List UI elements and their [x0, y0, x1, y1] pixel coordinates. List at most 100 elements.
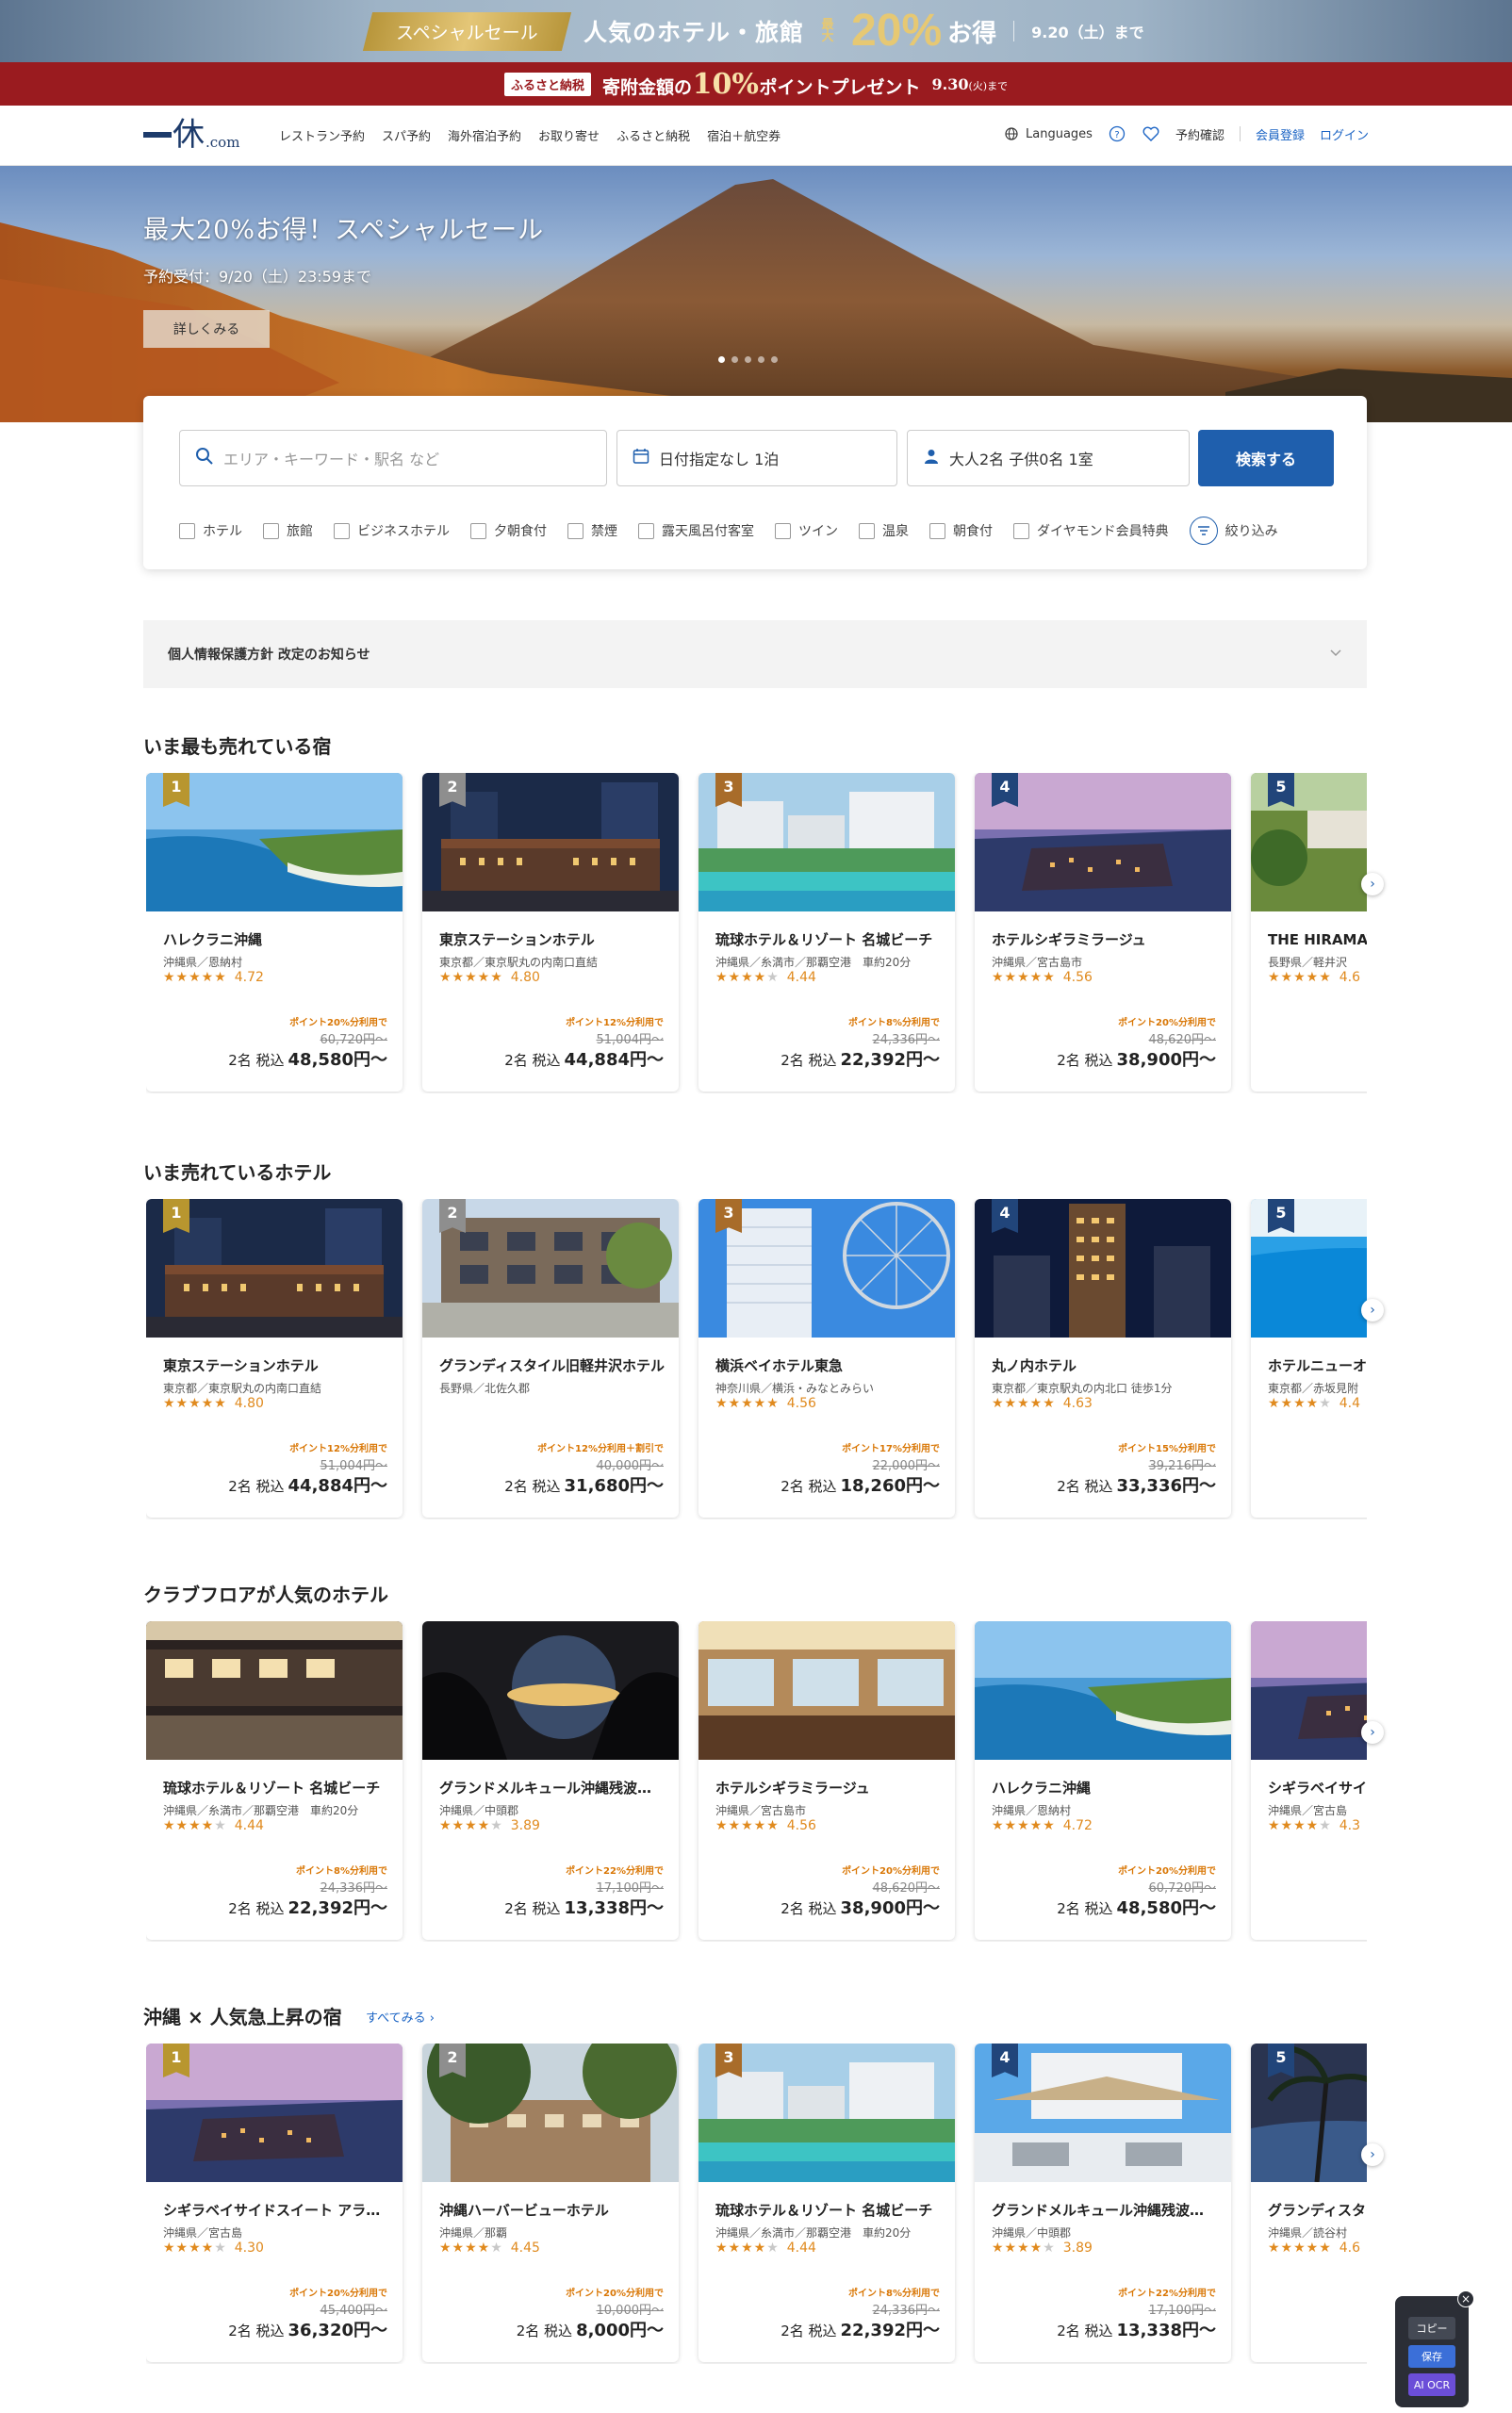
site-logo[interactable]: 休 .com	[143, 119, 239, 151]
filter-checkbox[interactable]	[638, 522, 654, 539]
chevron-right-icon[interactable]: ›	[1361, 2143, 1384, 2166]
original-price: 51,004円～	[320, 1459, 388, 1473]
filter-business[interactable]: ビジネスホテル	[334, 521, 450, 540]
hotel-card[interactable]: 3 琉球ホテル＆リゾート 名城ビーチ 沖縄県／糸満市／那覇空港 車約20分 ★★★★★…	[698, 773, 955, 1092]
carousel-dot-1[interactable]	[718, 356, 725, 363]
star-rating-icon: ★★★★★	[715, 1818, 780, 1833]
filter-open-air-bath[interactable]: 露天風呂付客室	[638, 521, 754, 540]
price-guests: 2名 税込	[504, 1900, 561, 1917]
nav-spa[interactable]: スパ予約	[382, 126, 431, 144]
hotel-card[interactable]: 1 ハレクラニ沖縄 沖縄県／恩納村 ★★★★★ 4.72 ポイント20%分利用で 60,72…	[146, 773, 403, 1092]
original-price: 22,000円～	[872, 1459, 941, 1473]
original-price: 48,620円～	[872, 1881, 941, 1896]
hotel-card[interactable]: グランドメルキュール沖縄残波岬リゾート沖縄県／中頭郡★★★★★ 3.89 ポイント2…	[422, 1621, 679, 1940]
nav-restaurant[interactable]: レストラン予約	[279, 126, 365, 144]
furusato-banner[interactable]: ふるさと納税 寄附金額の 10% ポイントプレゼント 9.30(火)まで	[0, 62, 1512, 106]
hotel-card[interactable]: 2 東京ステーションホテル 東京都／東京駅丸の内南口直結 ★★★★★ 4.80 ポイント1…	[422, 773, 679, 1092]
hero-carousel[interactable]: 最大20%お得！スペシャルセール 予約受付：9/20（土）23:59まで 詳しく…	[0, 166, 1512, 422]
star-rating-icon: ★★★★★	[715, 970, 780, 985]
search-button[interactable]: 検索する	[1198, 430, 1334, 486]
hotel-card[interactable]: 3 横浜ベイホテル東急 神奈川県／横浜・みなとみらい ★★★★★ 4.56 ポイント17%…	[698, 1199, 955, 1518]
filter-checkbox[interactable]	[775, 522, 791, 539]
hotel-card[interactable]: シギラベイサイドスイート沖縄県／宮古島★★★★★4.32名	[1251, 1621, 1367, 1940]
hotel-card[interactable]: 1 シギラベイサイドスイート アラマンダ 沖縄県／宮古島 ★★★★★ 4.30 ポイント2…	[146, 2044, 403, 2362]
hotel-name: ホテルニューオータニ	[1268, 1357, 1367, 1374]
hotel-card[interactable]: 4グランドメルキュール沖縄残波岬リゾート沖縄県／中頭郡★★★★★3.89ポイント…	[975, 2044, 1231, 2362]
star-rating-icon: ★★★★★	[715, 2241, 780, 2256]
narrow-button[interactable]: 絞り込み	[1189, 517, 1278, 545]
nav-furusato[interactable]: ふるさと納税	[616, 126, 690, 144]
sale-tag-label: スペシャルセール	[396, 22, 539, 43]
filter-checkbox[interactable]	[334, 522, 350, 539]
ocr-copy-button[interactable]: コピー	[1408, 2317, 1455, 2339]
section-title: いま最も売れている宿	[143, 735, 332, 758]
hotel-card[interactable]: ハレクラニ沖縄 沖縄県／恩納村 ★★★★★ 4.72 ポイント20%分利用で 60,720…	[975, 1621, 1231, 1940]
filter-checkbox[interactable]	[263, 522, 279, 539]
chevron-right-icon[interactable]: ›	[1361, 873, 1384, 895]
carousel-dot-4[interactable]	[758, 356, 764, 363]
chevron-right-icon[interactable]: ›	[1361, 1721, 1384, 1744]
privacy-notice[interactable]: 個人情報保護方針 改定のお知らせ	[143, 620, 1367, 688]
main-nav: レストラン予約 スパ予約 海外宿泊予約 お取り寄せ ふるさと納税 宿泊＋航空券	[279, 126, 781, 144]
hotel-card[interactable]: 4 丸ノ内ホテル 東京都／東京駅丸の内北口 徒歩1分 ★★★★★ 4.63 ポイント15%…	[975, 1199, 1231, 1518]
star-rating-icon: ★★★★★	[992, 1818, 1056, 1833]
filter-checkbox[interactable]	[929, 522, 945, 539]
filter-checkbox[interactable]	[179, 522, 195, 539]
filter-checkbox[interactable]	[470, 522, 486, 539]
heart-icon[interactable]	[1142, 124, 1160, 143]
ocr-ai-button[interactable]: AI OCR	[1408, 2373, 1455, 2396]
hero-detail-button[interactable]: 詳しくみる	[143, 310, 270, 348]
see-all-link[interactable]: すべてみる ›	[366, 2008, 435, 2026]
close-icon[interactable]: ×	[1457, 2290, 1474, 2307]
rating-score: 3.89	[510, 1818, 540, 1833]
guest-field[interactable]: 大人2名 子供0名 1室	[907, 430, 1190, 486]
area-search-input[interactable]: エリア・キーワード・駅名 など	[179, 430, 607, 486]
filter-dinner-breakfast[interactable]: 夕朝食付	[470, 521, 547, 540]
hotel-card[interactable]: 5THE HIRAMATSU 軽井沢長野県／軽井沢★★★★★4.62名	[1251, 773, 1367, 1092]
hotel-rating: ★★★★★ 4.56	[992, 970, 1093, 985]
filter-ryokan[interactable]: 旅館	[263, 521, 313, 540]
reservation-check-link[interactable]: 予約確認	[1175, 125, 1224, 143]
hotel-card[interactable]: 1 東京ステーションホテル 東京都／東京駅丸の内南口直結 ★★★★★ 4.80 ポイント1…	[146, 1199, 403, 1518]
hotel-card[interactable]: 琉球ホテル＆リゾート 名城ビーチ 沖縄県／糸満市／那覇空港 車約20分 ★★★★★ 4…	[146, 1621, 403, 1940]
nav-air-hotel[interactable]: 宿泊＋航空券	[707, 126, 781, 144]
price-guests: 2名 税込	[781, 1052, 837, 1069]
hotel-card[interactable]: ホテルシギラミラージュ 沖縄県／宮古島市 ★★★★★ 4.56 ポイント20%分利用で 4…	[698, 1621, 955, 1940]
carousel-dot-3[interactable]	[745, 356, 751, 363]
filter-breakfast[interactable]: 朝食付	[929, 521, 993, 540]
hotel-card[interactable]: 2 グランディスタイル旧軽井沢ホテル 長野県／北佐久郡 ポイント12%分利用＋割引で 4…	[422, 1199, 679, 1518]
star-rating-icon: ★★★★★	[1268, 2241, 1332, 2256]
hotel-card[interactable]: 5グランディスタイル沖縄沖縄県／読谷村★★★★★4.62名	[1251, 2044, 1367, 2362]
ocr-save-button[interactable]: 保存	[1408, 2345, 1455, 2368]
filter-checkbox[interactable]	[859, 522, 875, 539]
hotel-card[interactable]: 4 ホテルシギラミラージュ 沖縄県／宮古島市 ★★★★★ 4.56 ポイント20%分利用で…	[975, 773, 1231, 1092]
hotel-location: 沖縄県／糸満市／那覇空港 車約20分	[163, 1804, 359, 1817]
rating-score: 4.6	[1339, 970, 1361, 985]
help-icon[interactable]: ?	[1108, 124, 1126, 143]
nav-overseas[interactable]: 海外宿泊予約	[448, 126, 521, 144]
site-header: 休 .com レストラン予約 スパ予約 海外宿泊予約 お取り寄せ ふるさと納税 …	[0, 106, 1512, 166]
filter-checkbox[interactable]	[1013, 522, 1029, 539]
filter-diamond[interactable]: ダイヤモンド会員特典	[1013, 521, 1169, 540]
languages-button[interactable]: Languages	[1002, 124, 1093, 143]
hotel-rating: ★★★★★ 4.63	[992, 1396, 1093, 1411]
point-note: ポイント20%分利用で	[566, 2289, 664, 2299]
filter-onsen[interactable]: 温泉	[859, 521, 909, 540]
hotel-card[interactable]: 2 沖縄ハーバービューホテル 沖縄県／那覇 ★★★★★ 4.45 ポイント20%分利用で 1…	[422, 2044, 679, 2362]
chevron-right-icon[interactable]: ›	[1361, 1299, 1384, 1321]
carousel-dot-2[interactable]	[731, 356, 738, 363]
date-field[interactable]: 日付指定なし 1泊	[616, 430, 897, 486]
filter-twin[interactable]: ツイン	[775, 521, 838, 540]
login-link[interactable]: ログイン	[1320, 125, 1369, 143]
original-price: 40,000円～	[596, 1459, 665, 1473]
nav-otoriyose[interactable]: お取り寄せ	[538, 126, 600, 144]
hotel-card[interactable]: 5ホテルニューオータニ東京都／赤坂見附★★★★★4.42名	[1251, 1199, 1367, 1518]
filter-checkbox[interactable]	[567, 522, 583, 539]
hotel-card[interactable]: 3 琉球ホテル＆リゾート 名城ビーチ 沖縄県／糸満市／那覇空港 車約20分 ★★★★★…	[698, 2044, 955, 2362]
top-sale-banner[interactable]: スペシャルセール 人気のホテル・旅館 最大 20% お得 9.20（土）まで	[0, 0, 1512, 62]
carousel-dot-5[interactable]	[771, 356, 778, 363]
register-link[interactable]: 会員登録	[1256, 125, 1305, 143]
carousel-dots	[718, 356, 778, 363]
filter-hotel[interactable]: ホテル	[179, 521, 242, 540]
filter-nonsmoking[interactable]: 禁煙	[567, 521, 617, 540]
